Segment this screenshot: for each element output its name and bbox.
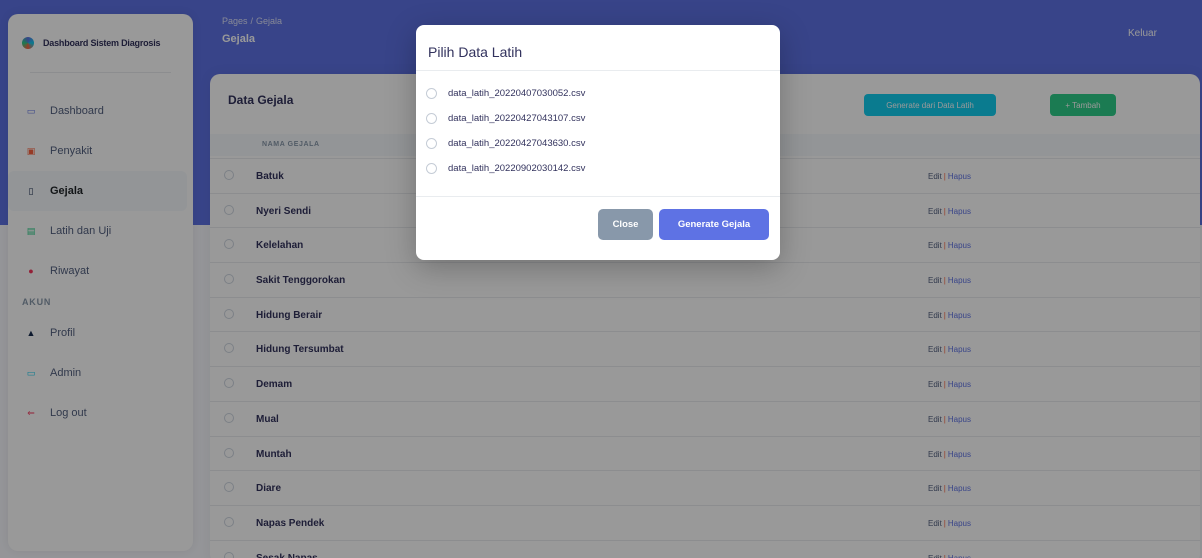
training-data-option[interactable]: data_latih_20220427043630.csv bbox=[426, 131, 585, 156]
training-data-option[interactable]: data_latih_20220427043107.csv bbox=[426, 106, 585, 131]
radio-button[interactable] bbox=[426, 88, 437, 99]
training-data-options: data_latih_20220407030052.csv data_latih_… bbox=[426, 81, 585, 181]
radio-button[interactable] bbox=[426, 138, 437, 149]
select-training-data-modal: Pilih Data Latih data_latih_202204070300… bbox=[416, 25, 780, 260]
modal-divider bbox=[416, 70, 780, 71]
generate-symptoms-button[interactable]: Generate Gejala bbox=[659, 209, 769, 240]
close-button[interactable]: Close bbox=[598, 209, 653, 240]
option-label: data_latih_20220427043630.csv bbox=[448, 138, 586, 149]
training-data-option[interactable]: data_latih_20220407030052.csv bbox=[426, 81, 585, 106]
option-label: data_latih_20220902030142.csv bbox=[448, 163, 586, 174]
modal-title: Pilih Data Latih bbox=[428, 44, 523, 60]
option-label: data_latih_20220427043107.csv bbox=[448, 113, 586, 124]
radio-button[interactable] bbox=[426, 113, 437, 124]
option-label: data_latih_20220407030052.csv bbox=[448, 88, 586, 99]
training-data-option[interactable]: data_latih_20220902030142.csv bbox=[426, 156, 585, 181]
modal-divider bbox=[416, 196, 780, 197]
radio-button[interactable] bbox=[426, 163, 437, 174]
